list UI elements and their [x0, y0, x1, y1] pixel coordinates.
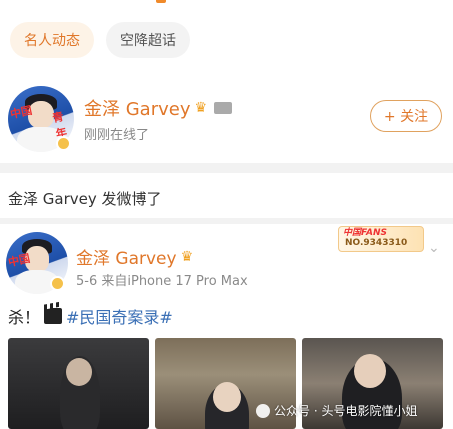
crown-icon: ♛ — [194, 100, 208, 116]
wechat-icon — [256, 403, 270, 418]
post-author-name[interactable]: 金泽 Garvey ♛ — [76, 244, 194, 270]
filter-tabs: 名人动态 空降超话 — [10, 22, 190, 58]
post-text: 杀！ #民国奇案录# — [8, 304, 173, 328]
crown-icon: ♛ — [180, 248, 194, 265]
post-meta: 5-6 来自iPhone 17 Pro Max — [76, 274, 248, 289]
top-tab-indicator — [156, 0, 166, 3]
fans-badge-number: NO.9343310 — [345, 238, 408, 248]
clapperboard-icon — [44, 308, 63, 324]
watermark: 公众号 · 头号电影院懂小姐 — [256, 402, 417, 419]
post-text-prefix: 杀！ — [8, 308, 41, 327]
member-badge-icon — [214, 102, 233, 114]
watermark-text: 公众号 · 头号电影院懂小姐 — [274, 404, 418, 418]
profile-name[interactable]: 金泽 Garvey ♛ — [84, 95, 233, 121]
figure-face — [213, 382, 241, 412]
section-divider — [0, 163, 453, 173]
verified-badge-icon — [50, 276, 65, 291]
profile-name-text: 金泽 Garvey — [84, 99, 191, 120]
online-status: 刚刚在线了 — [84, 128, 150, 143]
fans-badge[interactable]: 中国FANS NO.9343310 — [338, 226, 424, 252]
follow-button[interactable]: + 关注 — [370, 100, 442, 132]
tab-airdrop-super-topic[interactable]: 空降超话 — [106, 22, 190, 58]
verified-badge-icon — [56, 136, 71, 151]
chevron-down-icon[interactable]: ⌄ — [428, 240, 440, 256]
fans-badge-title: 中国FANS — [343, 228, 387, 238]
post-author-name-text: 金泽 Garvey — [76, 249, 177, 269]
activity-line: 金泽 Garvey 发微博了 — [8, 190, 162, 208]
hashtag-link[interactable]: #民国奇案录# — [66, 304, 173, 328]
section-divider-2 — [0, 218, 453, 224]
tab-celebrity-updates[interactable]: 名人动态 — [10, 22, 94, 58]
figure-face — [354, 354, 386, 388]
figure-face — [66, 358, 92, 386]
post-image-1[interactable] — [8, 338, 149, 429]
